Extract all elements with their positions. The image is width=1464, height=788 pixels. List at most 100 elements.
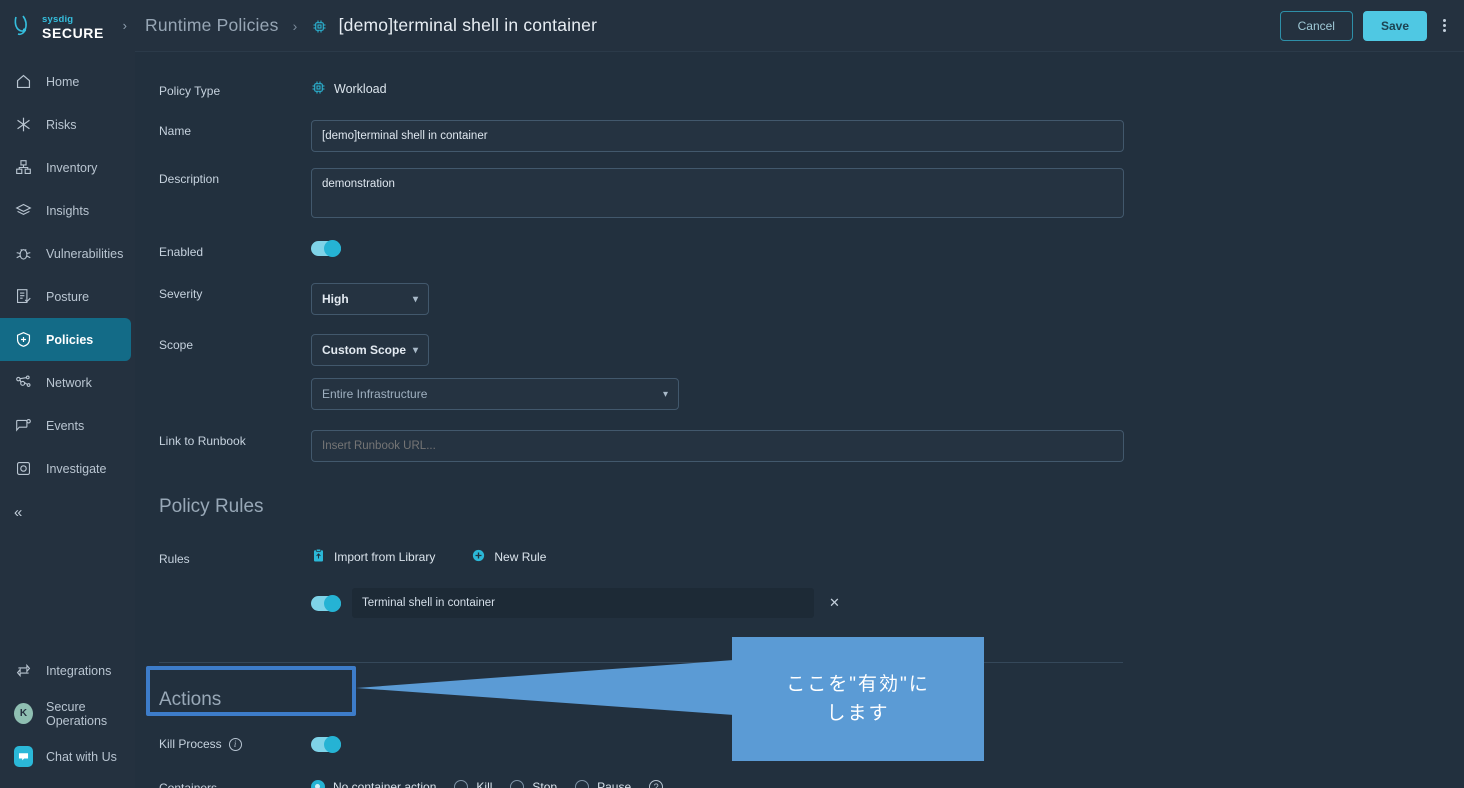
sidebar-item-label: Risks — [46, 118, 77, 132]
sidebar-item-network[interactable]: Network — [0, 361, 135, 404]
annotation-line-1: ここを"有効"に — [786, 670, 930, 699]
rules-label: Rules — [159, 548, 311, 566]
events-speech-icon — [14, 416, 33, 435]
double-chevron-left-icon: « — [14, 504, 22, 521]
field-containers: Containers No container action Kill Stop… — [135, 780, 1464, 788]
chevron-down-icon: ▾ — [663, 389, 668, 400]
radio-no-container-action[interactable] — [311, 780, 325, 788]
radio-label: No container action — [333, 780, 436, 788]
sidebar-item-label: Policies — [46, 333, 93, 347]
severity-select[interactable]: High ▾ — [311, 283, 429, 315]
app-root: sysdig SECURE › Home Risks — [0, 0, 1464, 788]
containers-label: Containers — [159, 780, 311, 788]
sidebar-item-label: Vulnerabilities — [46, 247, 123, 261]
sidebar-item-label: Inventory — [46, 161, 97, 175]
chip-workload-icon — [311, 80, 326, 98]
policy-type-value: Workload — [334, 82, 387, 96]
sidebar-item-inventory[interactable]: Inventory — [0, 146, 135, 189]
sidebar-item-home[interactable]: Home — [0, 60, 135, 103]
sidebar-item-vulnerabilities[interactable]: Vulnerabilities — [0, 232, 135, 275]
field-runbook: Link to Runbook — [135, 430, 1464, 462]
circle-plus-icon — [471, 548, 486, 566]
sidebar-item-label: Integrations — [46, 664, 111, 678]
kill-process-toggle[interactable] — [311, 737, 341, 752]
shield-plus-icon — [14, 330, 33, 349]
page-title: [demo]terminal shell in container — [339, 15, 598, 35]
scope-label: Scope — [159, 334, 311, 352]
sidebar-item-label: Posture — [46, 290, 89, 304]
name-input[interactable] — [311, 120, 1124, 152]
save-button[interactable]: Save — [1363, 11, 1427, 41]
radio-kill[interactable] — [454, 780, 468, 788]
radio-label: Pause — [597, 780, 631, 788]
network-graph-icon — [14, 373, 33, 392]
sidebar-item-events[interactable]: Events — [0, 404, 135, 447]
close-x-icon[interactable]: ✕ — [825, 595, 844, 611]
scope-select[interactable]: Custom Scope ▾ — [311, 334, 429, 366]
rule-name-value[interactable]: Terminal shell in container — [352, 588, 814, 618]
sidebar: sysdig SECURE › Home Risks — [0, 0, 135, 788]
scope-value: Custom Scope — [322, 343, 406, 357]
sidebar-item-label: Network — [46, 376, 92, 390]
cancel-button[interactable]: Cancel — [1280, 11, 1353, 41]
sidebar-bottom-nav: Integrations K Secure Operations Chat wi… — [0, 649, 135, 788]
field-policy-type: Policy Type Workload — [135, 80, 1464, 98]
integrations-swap-icon — [14, 661, 33, 680]
radio-pause[interactable] — [575, 780, 589, 788]
new-rule-label: New Rule — [494, 550, 546, 564]
chat-bubble-icon — [14, 746, 33, 767]
sidebar-item-label: Home — [46, 75, 79, 89]
enabled-toggle[interactable] — [311, 241, 341, 256]
sidebar-item-risks[interactable]: Risks — [0, 103, 135, 146]
import-from-library-button[interactable]: Import from Library — [311, 548, 435, 566]
topbar-actions: Cancel Save — [1280, 11, 1452, 41]
new-rule-button[interactable]: New Rule — [471, 548, 546, 566]
chat-icon — [14, 747, 33, 766]
severity-label: Severity — [159, 283, 311, 301]
radio-label: Kill — [476, 780, 492, 788]
policy-rules-heading: Policy Rules — [135, 496, 1464, 518]
kill-process-label-block: Kill Process i — [159, 737, 311, 751]
bug-icon — [14, 244, 33, 263]
sidebar-item-policies[interactable]: Policies — [0, 318, 131, 361]
kill-process-label: Kill Process — [159, 737, 222, 751]
sidebar-item-insights[interactable]: Insights — [0, 189, 135, 232]
scope-target-select[interactable]: Entire Infrastructure ▾ — [311, 378, 679, 410]
chevron-down-icon: ▾ — [413, 345, 418, 356]
info-icon[interactable]: i — [229, 738, 242, 751]
sidebar-item-label: Insights — [46, 204, 89, 218]
sidebar-item-integrations[interactable]: Integrations — [0, 649, 135, 692]
investigate-scope-icon — [14, 459, 33, 478]
sidebar-item-posture[interactable]: Posture — [0, 275, 135, 318]
help-circle-icon[interactable]: ? — [649, 780, 663, 788]
sidebar-item-investigate[interactable]: Investigate — [0, 447, 135, 490]
scope-target-label-spacer — [159, 378, 311, 382]
sidebar-item-label: Investigate — [46, 462, 106, 476]
rule-list: Terminal shell in container ✕ — [135, 588, 1464, 618]
brand-logo-block[interactable]: sysdig SECURE › — [0, 0, 135, 52]
description-label: Description — [159, 168, 311, 186]
kebab-menu-icon[interactable] — [1437, 17, 1452, 34]
description-textarea[interactable]: demonstration — [311, 168, 1124, 218]
posture-checklist-icon — [14, 287, 33, 306]
policy-type-label: Policy Type — [159, 80, 311, 98]
breadcrumb-parent-link[interactable]: Runtime Policies — [145, 15, 279, 35]
sidebar-item-chat-with-us[interactable]: Chat with Us — [0, 735, 135, 778]
field-description: Description demonstration — [135, 168, 1464, 223]
avatar: K — [14, 704, 33, 723]
runbook-input[interactable] — [311, 430, 1124, 462]
field-name: Name — [135, 120, 1464, 152]
radio-stop[interactable] — [510, 780, 524, 788]
import-library-icon — [311, 548, 326, 566]
sidebar-item-label: Chat with Us — [46, 750, 117, 764]
sidebar-item-secure-operations[interactable]: K Secure Operations — [0, 692, 135, 735]
rule-row-label-spacer — [159, 588, 311, 592]
field-scope: Scope Custom Scope ▾ — [135, 334, 1464, 366]
sidebar-collapse-button[interactable]: « — [0, 490, 135, 534]
sidebar-nav: Home Risks Inventory — [0, 60, 135, 534]
chevron-right-icon[interactable]: › — [123, 18, 127, 33]
severity-value: High — [322, 292, 349, 306]
rule-enabled-toggle[interactable] — [311, 596, 341, 611]
chevron-down-icon: ▾ — [413, 294, 418, 305]
name-label: Name — [159, 120, 311, 138]
